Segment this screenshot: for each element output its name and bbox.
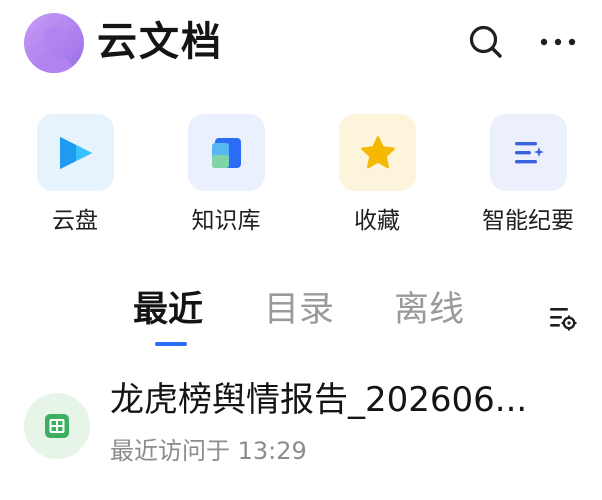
- file-title: 龙虎榜舆情报告_202606...: [110, 380, 528, 420]
- star-icon: [360, 135, 395, 168]
- page-title: 云文档: [97, 19, 223, 65]
- file-icon-container: [24, 393, 90, 459]
- tab-offline[interactable]: 离线: [394, 286, 464, 334]
- quick-entry-favorites[interactable]: 收藏: [317, 114, 437, 244]
- quick-entry-knowledge-base[interactable]: 知识库: [166, 114, 286, 244]
- active-tab-indicator: [155, 342, 187, 346]
- tab-recent[interactable]: 最近: [133, 286, 203, 334]
- list-item[interactable]: 龙虎榜舆情报告_202606... 最近访问于 13:29: [0, 372, 602, 482]
- tab-directory[interactable]: 目录: [264, 286, 334, 334]
- filter-settings-icon: [550, 308, 577, 331]
- filter-settings-button[interactable]: [544, 300, 580, 336]
- more-button[interactable]: [536, 20, 580, 64]
- search-button[interactable]: [464, 20, 508, 64]
- cloud-docs-page: 云文档 云盘 知识库 收藏 智能纪要 最近 目录 离线 龙虎榜舆情报告_2026…: [0, 0, 602, 500]
- spreadsheet-icon: [45, 414, 69, 438]
- header: 云文档: [0, 0, 602, 88]
- quick-entry-label: 收藏: [354, 208, 400, 234]
- quick-entry-smart-notes[interactable]: 智能纪要: [468, 114, 588, 244]
- cloud-drive-tile: [37, 114, 114, 191]
- favorites-tile: [339, 114, 416, 191]
- search-icon: [469, 25, 502, 58]
- quick-entry-label: 智能纪要: [482, 208, 574, 234]
- quick-entry-label: 云盘: [52, 208, 98, 234]
- quick-entries: 云盘 知识库 收藏 智能纪要: [0, 114, 602, 244]
- cloud-drive-icon: [59, 136, 92, 169]
- quick-entry-cloud-drive[interactable]: 云盘: [15, 114, 135, 244]
- knowledge-base-tile: [188, 114, 265, 191]
- smart-notes-icon: [514, 141, 544, 163]
- knowledge-base-icon: [211, 137, 241, 168]
- user-avatar-icon: [36, 27, 72, 73]
- more-icon: [540, 38, 576, 46]
- smart-notes-tile: [490, 114, 567, 191]
- file-last-visited: 最近访问于 13:29: [110, 437, 307, 465]
- avatar[interactable]: [24, 13, 84, 73]
- tab-bar: 最近 目录 离线: [0, 286, 602, 352]
- quick-entry-label: 知识库: [191, 208, 261, 234]
